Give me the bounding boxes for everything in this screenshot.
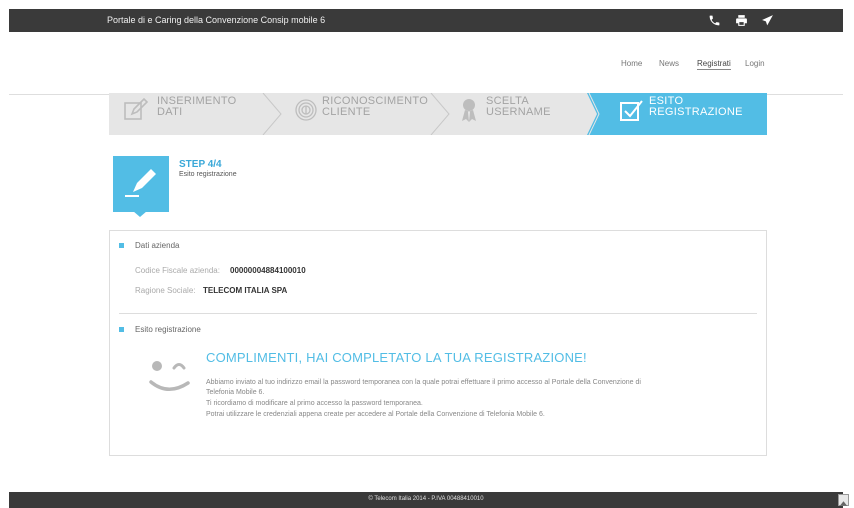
result-section-label: Esito registrazione (135, 325, 201, 334)
result-message-line: Abbiamo inviato al tuo indirizzo email l… (206, 379, 641, 386)
pen-icon (125, 169, 156, 197)
fiscal-code-value: 00000004884100010 (230, 266, 306, 275)
result-panel: Dati azienda Codice Fiscale azienda: 000… (109, 230, 767, 456)
send-icon[interactable] (759, 12, 775, 28)
portal-title: Portale di e Caring della Convenzione Co… (107, 15, 326, 25)
step-subtitle: Esito registrazione (179, 171, 237, 178)
award-icon (455, 96, 483, 124)
top-bar: Portale di e Caring della Convenzione Co… (9, 9, 843, 32)
result-message-line: Telefonia Mobile 6. (206, 389, 265, 396)
nav-login[interactable]: Login (745, 59, 765, 68)
step-scelta-username: SCELTA USERNAME (455, 93, 605, 135)
company-name-value: TELECOM ITALIA SPA (203, 286, 288, 295)
footer: © Telecom Italia 2014 - P.IVA 0048841001… (9, 492, 843, 508)
registration-steps: INSERIMENTO DATI RICONOSCIMENTO CLIENTE … (109, 93, 767, 135)
checkbox-icon (617, 96, 645, 124)
result-message-line: Potrai utilizzare le credenziali appena … (206, 411, 545, 418)
section-separator (119, 313, 757, 314)
copyright-text: © Telecom Italia 2014 - P.IVA 0048841001… (368, 496, 484, 502)
step-inserimento-dati: INSERIMENTO DATI (109, 93, 269, 135)
step-separator (587, 93, 609, 135)
step-label-line2: REGISTRAZIONE (649, 106, 743, 118)
company-section-label: Dati azienda (135, 241, 180, 250)
result-message-line: Ti ricordiamo di modificare al primo acc… (206, 400, 423, 407)
nav-news[interactable]: News (659, 59, 679, 68)
step-label-line2: CLIENTE (322, 106, 371, 118)
section-bullet (119, 243, 124, 248)
smiley-icon (149, 361, 190, 391)
step-badge-pointer (133, 211, 147, 217)
step-separator (262, 93, 282, 135)
section-bullet (119, 327, 124, 332)
nav-registrati[interactable]: Registrati (697, 59, 731, 70)
step-esito-registrazione: ESITO REGISTRAZIONE (617, 93, 767, 135)
fiscal-code-label: Codice Fiscale azienda: (135, 266, 220, 275)
step-riconoscimento-cliente: RICONOSCIMENTO CLIENTE (287, 93, 447, 135)
success-title: COMPLIMENTI, HAI COMPLETATO LA TUA REGIS… (206, 350, 587, 365)
nav-home[interactable]: Home (621, 59, 642, 68)
step-label-line2: DATI (157, 106, 183, 118)
step-label-line2: USERNAME (486, 106, 551, 118)
edit-form-icon (121, 96, 149, 124)
step-separator (430, 93, 450, 135)
company-name-label: Ragione Sociale: (135, 286, 196, 295)
arrow-up-icon (839, 501, 848, 506)
step-title: STEP 4/4 (179, 159, 222, 170)
step-badge (113, 156, 169, 212)
scroll-to-top-button[interactable] (838, 494, 849, 506)
phone-icon[interactable] (706, 12, 722, 28)
print-icon[interactable] (733, 12, 749, 28)
fingerprint-icon (292, 96, 320, 124)
